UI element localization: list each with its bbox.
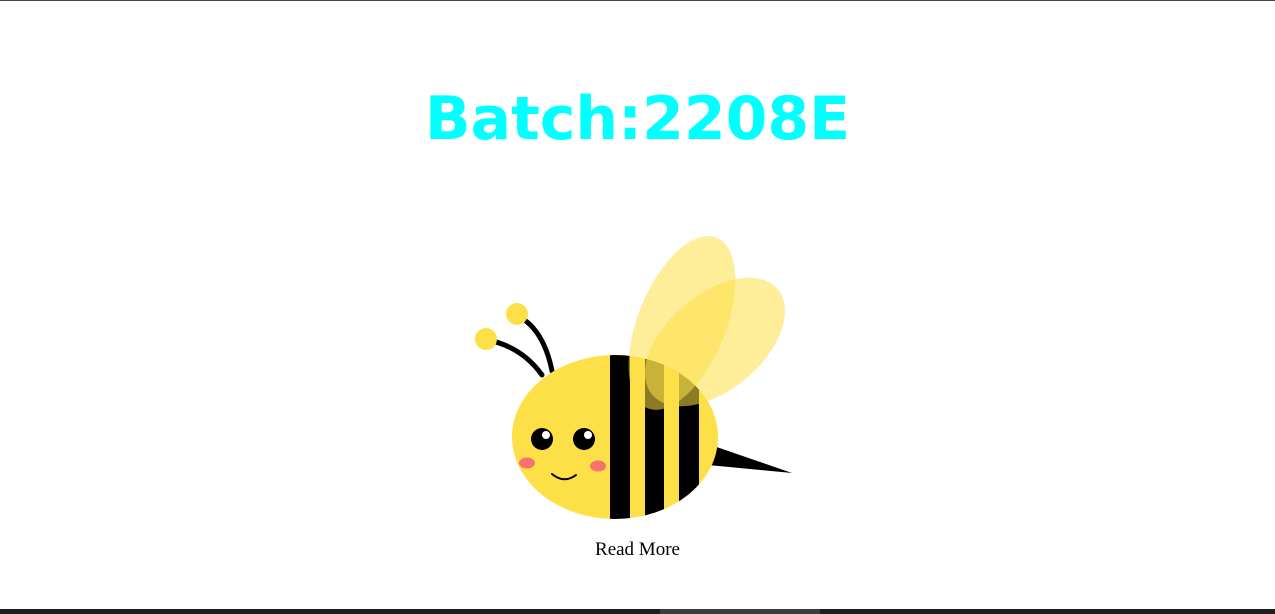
right-antenna-tip	[506, 303, 528, 325]
bee-illustration	[475, 236, 792, 519]
bottom-scrollbar[interactable]	[0, 609, 1275, 614]
bee-stinger	[705, 443, 792, 473]
left-cheek	[519, 457, 535, 469]
read-more-link[interactable]: Read More	[0, 538, 1275, 562]
left-eye	[531, 428, 553, 450]
scrollbar-thumb[interactable]	[660, 609, 820, 614]
right-eye	[573, 428, 595, 450]
left-antenna-tip	[475, 328, 497, 350]
page-title: Batch:2208E	[424, 84, 851, 154]
top-border	[0, 0, 1275, 1]
right-cheek	[590, 460, 606, 472]
right-antenna	[517, 314, 555, 374]
left-antenna	[485, 337, 545, 378]
